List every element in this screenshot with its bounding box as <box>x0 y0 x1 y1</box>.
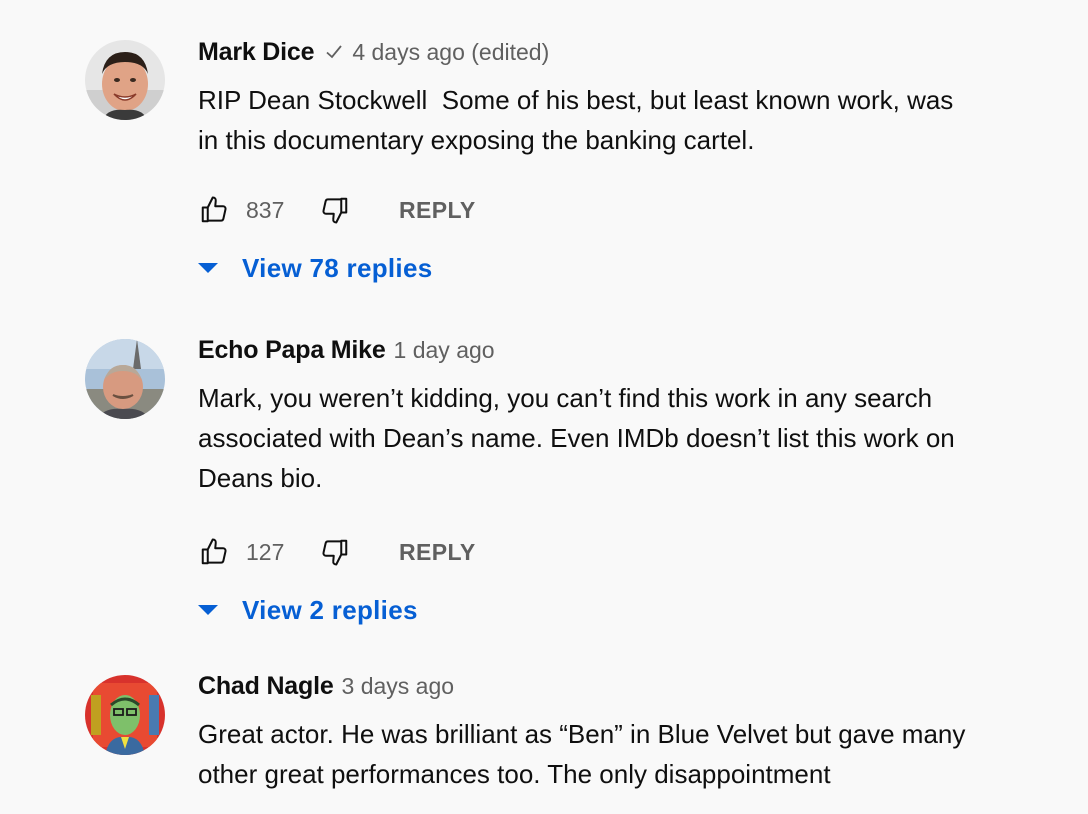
comment-body: Echo Papa Mike 1 day ago Mark, you weren… <box>198 336 998 630</box>
view-replies-button[interactable]: View 2 replies <box>198 590 998 630</box>
caret-down-icon <box>198 605 218 615</box>
author-name[interactable]: Echo Papa Mike <box>198 336 386 365</box>
thumbs-down-icon <box>322 539 348 566</box>
like-count: 127 <box>246 538 285 565</box>
author-name[interactable]: Chad Nagle <box>198 672 334 701</box>
man-outdoors-avatar-icon <box>85 339 165 419</box>
man-smiling-avatar-icon <box>85 40 165 120</box>
thumbs-up-icon <box>201 196 227 223</box>
comment-header: Echo Papa Mike 1 day ago <box>198 336 998 372</box>
thumbs-up-icon <box>201 538 227 565</box>
avatar[interactable] <box>85 339 165 419</box>
comment-text: Mark, you weren’t kidding, you can’t fin… <box>198 383 963 493</box>
comment-body: Mark Dice 4 days ago (edited) RIP Dean S… <box>198 38 998 288</box>
comment-timestamp[interactable]: 3 days ago <box>342 673 455 700</box>
caret-down-icon <box>198 263 218 273</box>
pop-art-portrait-avatar-icon <box>85 675 165 755</box>
avatar[interactable] <box>85 40 165 120</box>
author-name[interactable]: Mark Dice <box>198 38 315 67</box>
thumbs-down-icon <box>322 197 348 224</box>
comment-header: Chad Nagle 3 days ago <box>198 672 998 708</box>
view-replies-label: View 2 replies <box>242 594 418 625</box>
avatar[interactable] <box>85 675 165 755</box>
like-button[interactable] <box>198 194 230 226</box>
like-button[interactable] <box>198 536 230 568</box>
comment-actions: 127 REPLY <box>198 532 998 572</box>
view-replies-label: View 78 replies <box>242 252 433 283</box>
comment-timestamp[interactable]: 4 days ago (edited) <box>352 39 549 66</box>
verified-check-icon <box>324 42 344 62</box>
reply-button[interactable]: REPLY <box>399 197 476 224</box>
comment-header: Mark Dice 4 days ago (edited) <box>198 38 998 74</box>
like-count: 837 <box>246 196 285 223</box>
comment-timestamp[interactable]: 1 day ago <box>394 337 495 364</box>
comment-body: Chad Nagle 3 days ago Great actor. He wa… <box>198 672 998 794</box>
comment-text: Great actor. He was brilliant as “Ben” i… <box>198 719 973 789</box>
dislike-button[interactable] <box>319 194 351 226</box>
comment-text: RIP Dean Stockwell Some of his best, but… <box>198 85 961 155</box>
comment-actions: 837 REPLY <box>198 190 998 230</box>
reply-button[interactable]: REPLY <box>399 539 476 566</box>
view-replies-button[interactable]: View 78 replies <box>198 248 998 288</box>
dislike-button[interactable] <box>319 536 351 568</box>
